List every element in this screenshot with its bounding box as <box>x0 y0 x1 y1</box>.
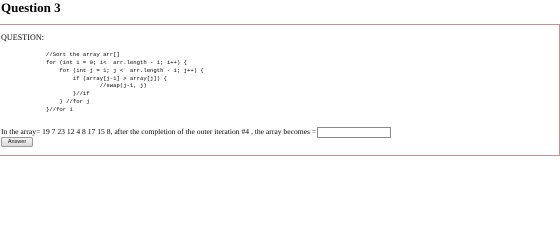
answer-button[interactable]: Answer <box>1 137 33 147</box>
answer-row: In the array= 19 7 23 12 4 8 17 15 8, af… <box>1 126 392 138</box>
question-prompt: In the array= 19 7 23 12 4 8 17 15 8, af… <box>1 127 317 136</box>
code-line: //swap(j-1, j) <box>46 82 147 90</box>
code-line: for (int j = 1; j < arr.length - i; j++)… <box>46 66 204 74</box>
code-line: //Sort the array arr[] <box>46 51 120 58</box>
code-line: }//if <box>46 90 90 98</box>
page-title: Question 3 <box>1 0 61 15</box>
code-block: //Sort the array arr[] for (int i = 0; i<… <box>46 51 204 114</box>
question-label: QUESTION: <box>1 33 45 42</box>
code-line: } //for j <box>46 98 90 106</box>
answer-input[interactable] <box>317 126 392 138</box>
code-line: }//for i <box>46 105 73 113</box>
code-line: if (array[j-1] > array[j]) { <box>46 74 167 82</box>
question-panel: QUESTION: //Sort the array arr[] for (int… <box>0 24 560 156</box>
code-line: for (int i = 0; i< arr.length - 1; i++) … <box>46 58 187 66</box>
